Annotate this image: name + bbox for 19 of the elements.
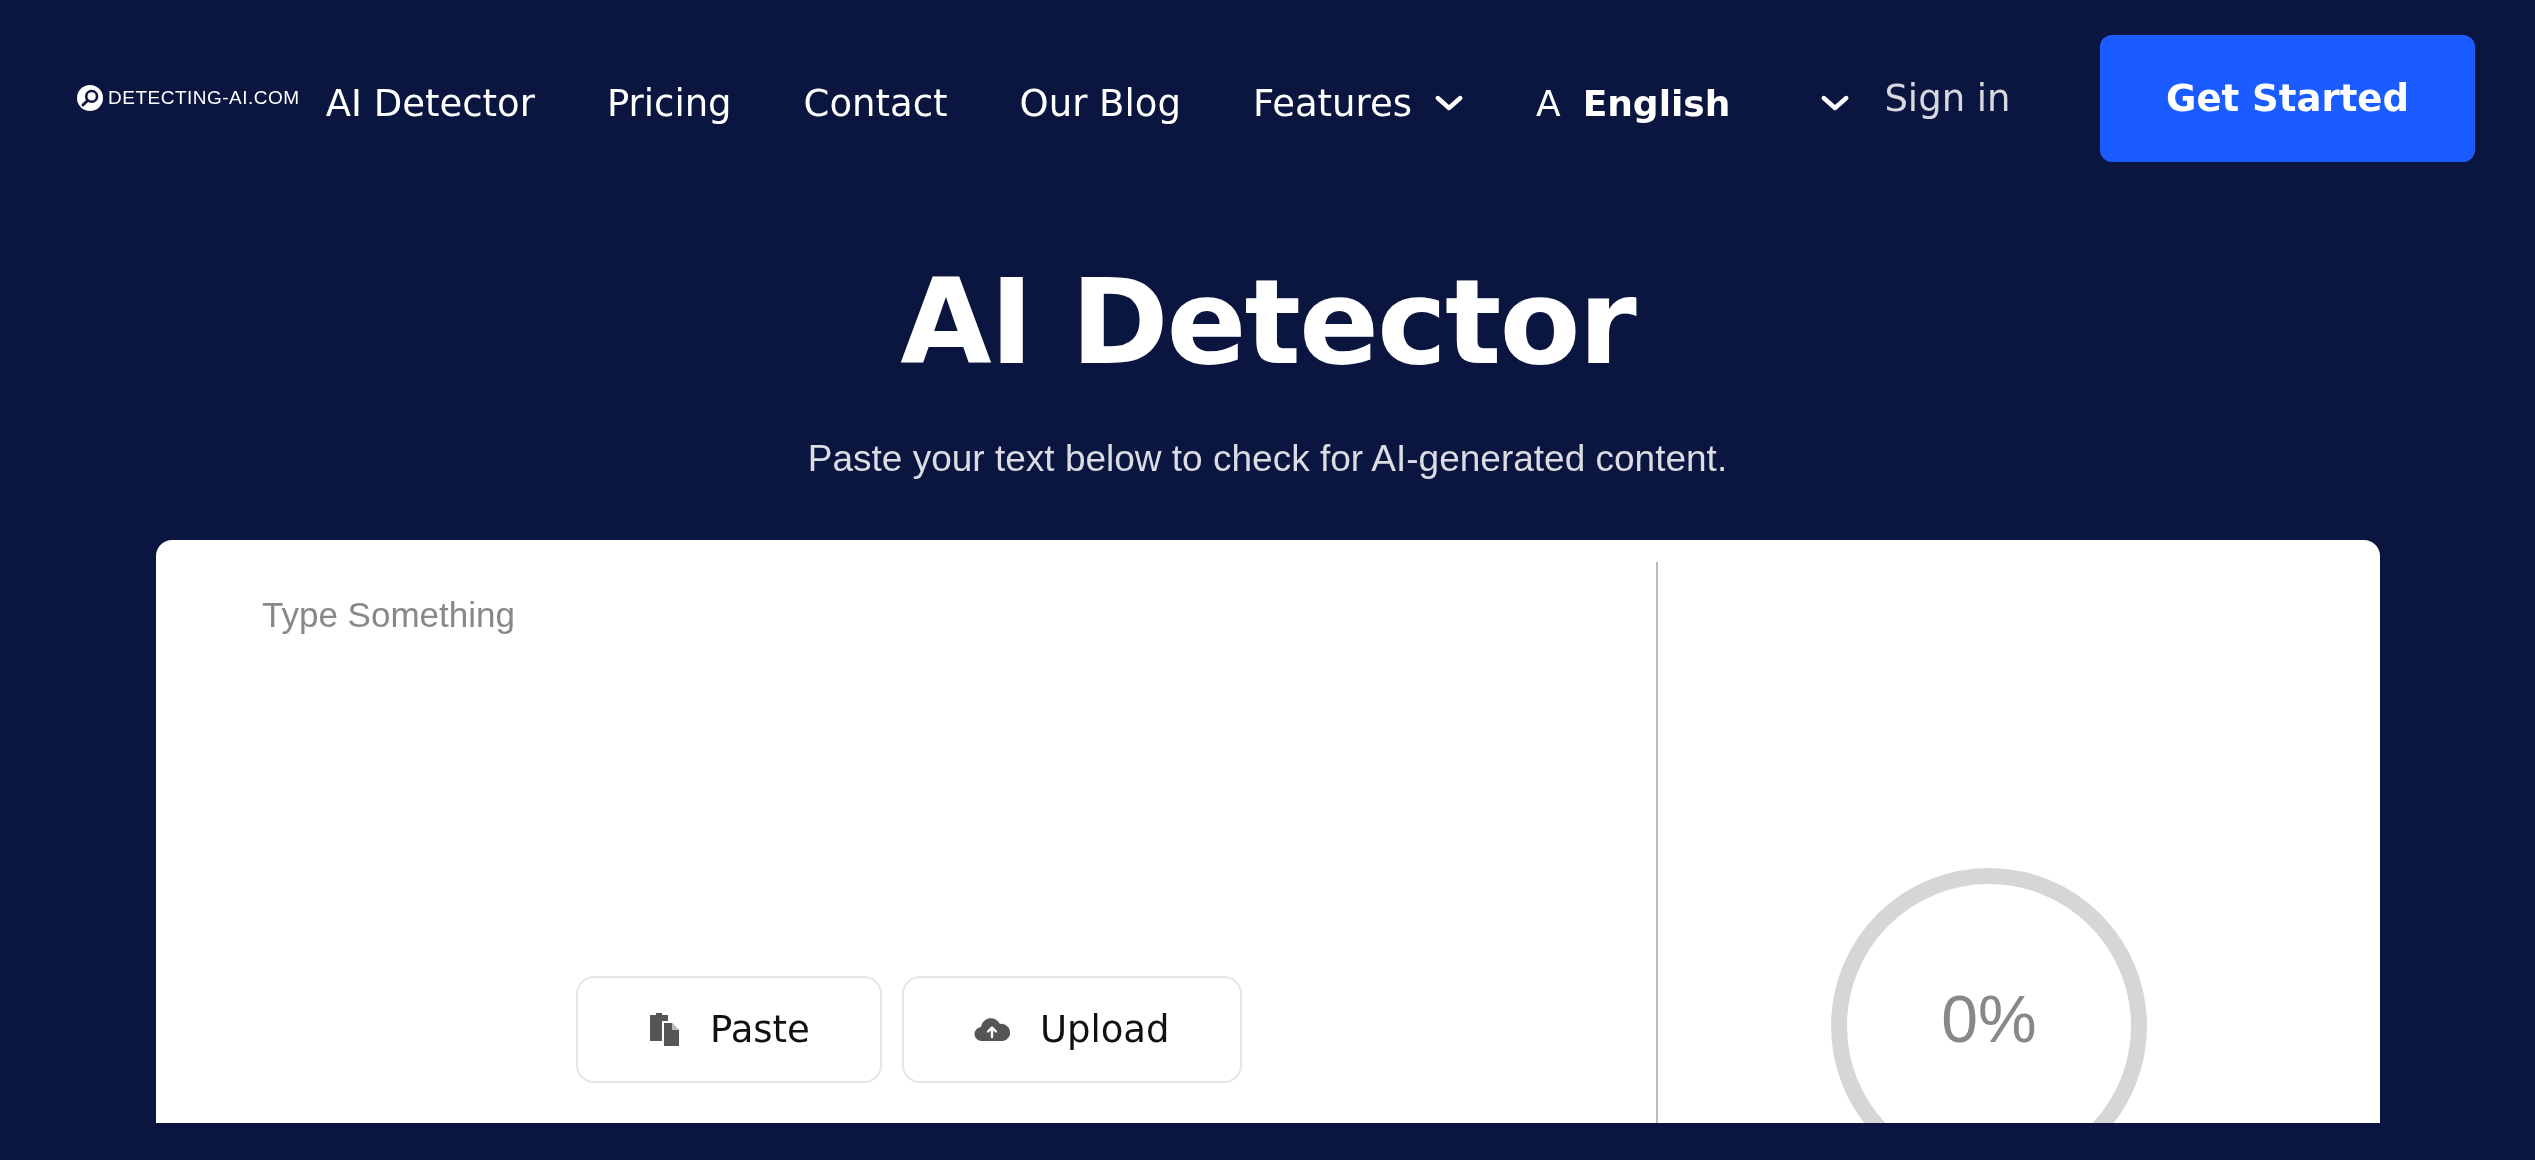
paste-button[interactable]: Paste <box>576 975 882 1083</box>
clipboard-icon <box>648 1011 680 1048</box>
language-select[interactable]: A English <box>1536 82 1851 124</box>
nav-link[interactable]: Our Blog <box>1019 81 1181 125</box>
page-title: AI Detector <box>899 258 1637 388</box>
upload-button[interactable]: Upload <box>901 975 1242 1083</box>
magnifier-logo-icon <box>77 85 103 111</box>
chevron-down-icon <box>1820 94 1851 112</box>
features-menu[interactable]: Features <box>1252 81 1464 125</box>
nav-link[interactable]: Pricing <box>606 81 732 125</box>
sign-in-link[interactable]: Sign in <box>1884 76 2011 120</box>
get-started-button[interactable]: Get Started <box>2100 34 2475 162</box>
cloud-upload-icon <box>973 1016 1010 1043</box>
score-value: 0% <box>1940 980 2038 1057</box>
chevron-down-icon <box>1434 94 1464 112</box>
nav-link[interactable]: AI Detector <box>325 81 535 125</box>
nav-link[interactable]: Contact <box>803 81 948 125</box>
page-subtitle: Paste your text below to check for AI-generated content. <box>806 437 1729 480</box>
logo-text[interactable]: DETECTING-AI.COM <box>108 87 300 109</box>
